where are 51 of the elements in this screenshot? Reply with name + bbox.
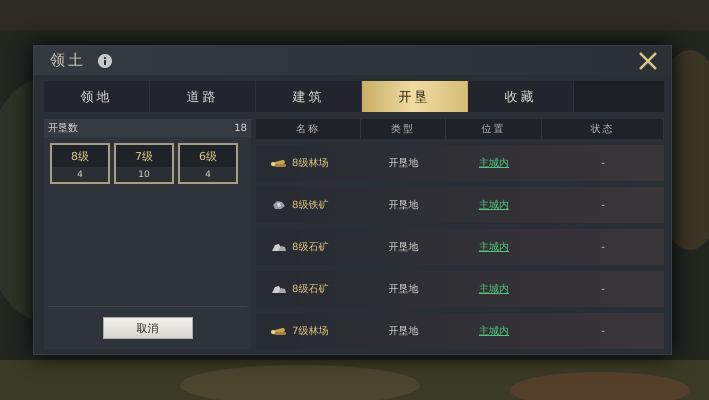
- table-row[interactable]: 8级铁矿 开垦地 主城内 -: [256, 187, 664, 223]
- location-link[interactable]: 主城内: [479, 324, 509, 338]
- resource-name: 8级铁矿: [292, 198, 328, 212]
- table-cell-text: 开垦地: [388, 156, 420, 171]
- log-icon: [271, 157, 287, 169]
- location-link[interactable]: 主城内: [479, 198, 509, 212]
- stone-icon: [271, 283, 287, 295]
- resource-name: 7级林场: [292, 324, 328, 338]
- location-link[interactable]: 主城内: [479, 156, 509, 170]
- info-icon[interactable]: [98, 54, 112, 68]
- summary-total: 18: [234, 122, 247, 134]
- table-cell-text: 开垦地: [388, 324, 420, 339]
- close-button[interactable]: [637, 50, 659, 72]
- table-cell-text: -: [600, 198, 606, 212]
- resource-name: 8级林场: [292, 156, 328, 170]
- resource-name: 8级石矿: [292, 240, 328, 254]
- summary-label: 开垦数: [48, 122, 78, 135]
- log-icon: [271, 325, 287, 337]
- resource-name: 8级石矿: [292, 282, 328, 296]
- level-count: 4: [52, 167, 108, 182]
- tab[interactable]: 道路: [150, 81, 256, 112]
- level-count: 10: [116, 167, 172, 182]
- table-row[interactable]: 8级石矿 开垦地 主城内 -: [256, 271, 664, 307]
- level-label: 7级: [134, 148, 154, 164]
- column-header: 位置: [446, 119, 542, 139]
- location-link[interactable]: 主城内: [479, 240, 509, 254]
- tab[interactable]: 收藏: [468, 81, 574, 112]
- table-cell-text: 开垦地: [388, 240, 420, 255]
- ore-icon: [271, 199, 287, 211]
- level-count: 4: [180, 167, 236, 182]
- cancel-button[interactable]: 取消: [102, 317, 192, 339]
- window-title: 领土: [50, 51, 86, 70]
- table-row[interactable]: 8级石矿 开垦地 主城内 -: [256, 229, 664, 265]
- tab[interactable]: 领地: [44, 81, 150, 112]
- table-cell-text: 开垦地: [388, 282, 420, 297]
- column-header: 名称: [256, 119, 361, 139]
- table-row[interactable]: 8级林场 开垦地 主城内 -: [256, 145, 664, 181]
- table-cell-text: -: [600, 156, 606, 170]
- tab[interactable]: 开垦: [362, 81, 468, 112]
- location-link[interactable]: 主城内: [479, 282, 509, 296]
- table-row[interactable]: 7级林场 开垦地 主城内 -: [256, 313, 664, 349]
- tab[interactable]: 建筑: [256, 81, 362, 112]
- table-cell-text: -: [600, 240, 606, 254]
- table-cell-text: -: [600, 324, 606, 338]
- column-header: 状态: [542, 119, 664, 139]
- table-cell-text: 开垦地: [388, 198, 420, 213]
- level-label: 6级: [198, 148, 218, 164]
- stone-icon: [271, 241, 287, 253]
- level-label: 8级: [70, 148, 90, 164]
- table-cell-text: -: [600, 282, 606, 296]
- column-header: 类型: [361, 119, 446, 139]
